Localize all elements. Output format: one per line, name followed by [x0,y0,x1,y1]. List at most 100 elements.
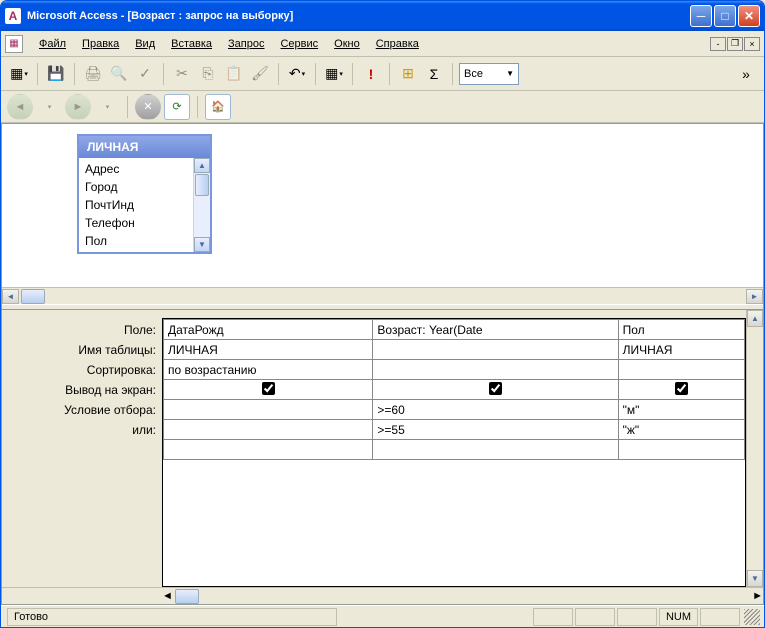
run-button[interactable]: ! [359,62,383,86]
diagram-pane[interactable]: ЛИЧНАЯ Адрес Город ПочтИнд Телефон Пол ▲… [2,124,763,304]
show-table-button[interactable]: ⊞ [396,62,420,86]
scroll-track[interactable] [194,197,210,237]
menu-tools[interactable]: Сервис [272,35,326,53]
cell-show[interactable] [373,380,618,400]
scroll-down-button[interactable]: ▼ [747,570,763,587]
separator [163,63,164,85]
app-icon: A [5,8,21,24]
show-checkbox[interactable] [675,382,688,395]
cell-criteria[interactable]: "м" [618,400,744,420]
cell-table[interactable] [373,340,618,360]
cell-or[interactable] [164,420,373,440]
copy-button[interactable]: ⎘ [196,62,220,86]
scroll-track[interactable] [747,327,763,570]
separator [278,63,279,85]
mdi-close-button[interactable]: × [744,37,760,51]
cell-table[interactable]: ЛИЧНАЯ [618,340,744,360]
cut-button[interactable]: ✂ [170,62,194,86]
scroll-right-button[interactable]: ► [746,289,763,304]
scroll-right-button[interactable]: ► [752,590,763,602]
table-box-lichnaya[interactable]: ЛИЧНАЯ Адрес Город ПочтИнд Телефон Пол ▲… [77,134,212,254]
close-button[interactable]: ✕ [738,5,760,27]
cell-field[interactable]: Пол [618,320,744,340]
nav-stop-button[interactable]: ✕ [135,94,161,120]
main-toolbar: ▦▾ 💾 🖨 🔍 ✓ ✂ ⎘ 📋 🖌 ↶▾ ▦▾ ! ⊞ Σ Все ▼ » [1,57,764,91]
maximize-button[interactable]: □ [714,5,736,27]
scroll-thumb[interactable] [195,174,209,196]
field-item[interactable]: Пол [79,232,193,250]
menu-window[interactable]: Окно [326,35,368,53]
scroll-up-button[interactable]: ▲ [747,310,763,327]
cell-field[interactable]: ДатаРожд [164,320,373,340]
minimize-button[interactable]: ─ [690,5,712,27]
nav-home-button[interactable]: 🏠 [205,94,231,120]
undo-button[interactable]: ↶▾ [285,62,309,86]
grid-hscrollbar[interactable]: ◄ ► [2,587,763,604]
scroll-left-button[interactable]: ◄ [162,590,173,602]
mdi-restore-button[interactable]: ❐ [727,37,743,51]
field-list-scrollbar[interactable]: ▲ ▼ [193,158,210,252]
cell-or[interactable]: "ж" [618,420,744,440]
show-checkbox[interactable] [489,382,502,395]
menu-help[interactable]: Справка [368,35,427,53]
separator [127,96,128,118]
nav-back-button[interactable]: ◄ [7,94,33,120]
field-item[interactable]: Адрес [79,160,193,178]
scroll-thumb[interactable] [21,289,45,304]
nav-refresh-button[interactable]: ⟳ [164,94,190,120]
toolbar-overflow-button[interactable]: » [734,62,758,86]
scroll-thumb[interactable] [175,589,199,604]
label-sort: Сортировка: [2,360,162,380]
separator [315,63,316,85]
paste-button[interactable]: 📋 [222,62,246,86]
grid-vscrollbar[interactable]: ▲ ▼ [746,310,763,587]
nav-fwd-drop[interactable]: ▾ [94,94,120,120]
titlebar[interactable]: A Microsoft Access - [Возраст : запрос н… [1,1,764,31]
nav-back-drop[interactable]: ▾ [36,94,62,120]
scroll-down-button[interactable]: ▼ [194,237,210,252]
diagram-hscrollbar[interactable]: ◄ ► [2,287,763,304]
cell-blank[interactable] [164,440,373,460]
top-values-combo[interactable]: Все ▼ [459,63,519,85]
cell-sort[interactable] [373,360,618,380]
cell-or[interactable]: >=55 [373,420,618,440]
nav-forward-button[interactable]: ► [65,94,91,120]
field-item[interactable]: ПочтИнд [79,196,193,214]
print-preview-button[interactable]: 🔍 [107,62,131,86]
resize-grip[interactable] [744,609,760,625]
save-button[interactable]: 💾 [44,62,68,86]
mdi-minimize-button[interactable]: - [710,37,726,51]
design-grid[interactable]: ДатаРожд Возраст: Year(Date Пол ЛИЧНАЯ Л… [162,318,746,587]
cell-blank[interactable] [373,440,618,460]
cell-field[interactable]: Возраст: Year(Date [373,320,618,340]
cell-show[interactable] [164,380,373,400]
show-checkbox[interactable] [262,382,275,395]
cell-sort[interactable]: по возрастанию [164,360,373,380]
format-painter-button[interactable]: 🖌 [248,62,272,86]
scroll-up-button[interactable]: ▲ [194,158,210,173]
label-show: Вывод на экран: [2,380,162,400]
spelling-button[interactable]: ✓ [133,62,157,86]
query-designer: ЛИЧНАЯ Адрес Город ПочтИнд Телефон Пол ▲… [1,123,764,605]
field-item[interactable]: Телефон [79,214,193,232]
table-title[interactable]: ЛИЧНАЯ [79,136,210,158]
cell-criteria[interactable] [164,400,373,420]
totals-button[interactable]: Σ [422,62,446,86]
print-button[interactable]: 🖨 [81,62,105,86]
cell-show[interactable] [618,380,744,400]
menu-insert[interactable]: Вставка [163,35,220,53]
cell-blank[interactable] [618,440,744,460]
menu-view[interactable]: Вид [127,35,163,53]
cell-sort[interactable] [618,360,744,380]
control-menu-icon[interactable]: ▦ [5,35,23,53]
field-list[interactable]: Адрес Город ПочтИнд Телефон Пол [79,158,193,252]
menu-edit[interactable]: Правка [74,35,127,53]
cell-criteria[interactable]: >=60 [373,400,618,420]
menu-query[interactable]: Запрос [220,35,272,53]
menu-file[interactable]: Файл [31,35,74,53]
query-type-button[interactable]: ▦▾ [322,62,346,86]
field-item[interactable]: Город [79,178,193,196]
scroll-left-button[interactable]: ◄ [2,289,19,304]
view-button[interactable]: ▦▾ [7,62,31,86]
cell-table[interactable]: ЛИЧНАЯ [164,340,373,360]
